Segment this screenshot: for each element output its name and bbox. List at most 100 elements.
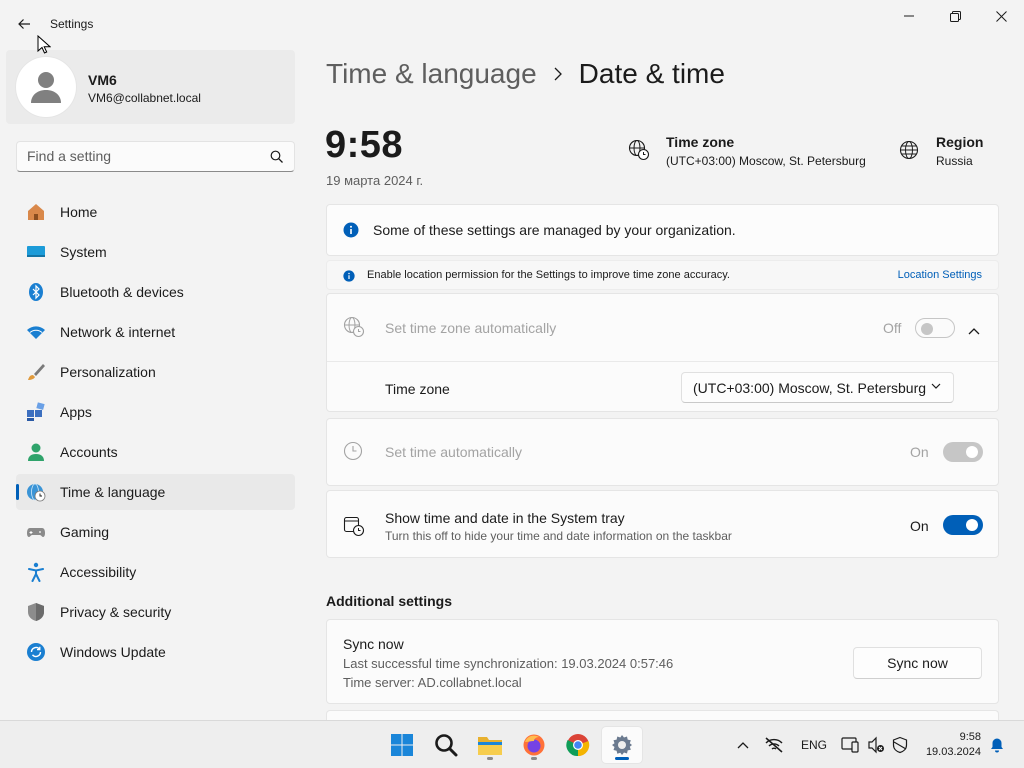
app-title: Settings <box>50 17 94 31</box>
language-indicator[interactable]: ENG <box>801 738 827 752</box>
sidebar-item-windows-update[interactable]: Windows Update <box>16 634 295 670</box>
taskbar-file-explorer[interactable] <box>470 727 510 763</box>
timezone-row-label: Time zone <box>385 381 450 397</box>
chevron-up-icon[interactable] <box>968 322 980 340</box>
timezone-dropdown[interactable]: (UTC+03:00) Moscow, St. Petersburg <box>681 372 954 403</box>
globe-icon <box>898 139 920 161</box>
sidebar-item-personalization[interactable]: Personalization <box>16 354 295 390</box>
maximize-button[interactable] <box>932 0 978 32</box>
location-notice: Enable location permission for the Setti… <box>326 260 999 290</box>
profile-email: VM6@collabnet.local <box>88 91 201 105</box>
sidebar-item-network[interactable]: Network & internet <box>16 314 295 350</box>
title-bar: Settings <box>0 0 1024 48</box>
system-tray-sub: Turn this off to hide your time and date… <box>385 529 732 543</box>
page-title: Date & time <box>578 58 725 89</box>
volume-muted-icon[interactable] <box>866 735 886 755</box>
close-icon <box>995 10 1007 22</box>
timezone-selected: (UTC+03:00) Moscow, St. Petersburg <box>693 380 927 396</box>
globe-clock-outline-icon <box>343 316 365 343</box>
minimize-icon <box>904 15 914 17</box>
taskbar-date[interactable]: 19.03.2024 <box>926 746 981 758</box>
globe-clock-outline-icon <box>628 139 650 161</box>
shield-icon <box>26 602 46 622</box>
time-server-text: Time server: AD.collabnet.local <box>343 675 522 690</box>
location-settings-link[interactable]: Location Settings <box>898 269 982 281</box>
auto-timezone-toggle[interactable] <box>915 318 955 338</box>
chevron-right-icon <box>553 67 563 81</box>
search-input[interactable] <box>27 148 257 164</box>
breadcrumb: Time & language Date & time <box>326 58 725 90</box>
globe-clock-icon <box>26 482 46 502</box>
brush-icon <box>26 362 46 382</box>
breadcrumb-parent[interactable]: Time & language <box>326 58 537 90</box>
user-icon <box>31 72 61 103</box>
taskbar: ENG 9:58 19.03.2024 <box>0 720 1024 768</box>
sidebar-item-accounts[interactable]: Accounts <box>16 434 295 470</box>
search-box[interactable] <box>16 141 295 172</box>
chevron-up-icon[interactable] <box>733 735 753 755</box>
close-button[interactable] <box>978 0 1024 32</box>
sidebar-item-privacy[interactable]: Privacy & security <box>16 594 295 630</box>
calendar-clock-icon <box>343 515 365 542</box>
region-title: Region <box>936 134 984 150</box>
security-shield-icon[interactable] <box>890 735 910 755</box>
apps-icon <box>26 402 46 422</box>
search-icon[interactable] <box>270 150 284 164</box>
system-tray-state: On <box>910 518 929 534</box>
system-tray-toggle[interactable] <box>943 515 983 535</box>
current-time: 9:58 <box>325 124 404 166</box>
timezone-value: (UTC+03:00) Moscow, St. Petersburg <box>666 154 866 168</box>
taskbar-firefox[interactable] <box>514 727 554 763</box>
minimize-button[interactable] <box>886 0 932 32</box>
sidebar-item-system[interactable]: System <box>16 234 295 270</box>
location-notice-text: Enable location permission for the Setti… <box>367 269 730 281</box>
accessibility-icon <box>26 562 46 582</box>
user-profile-card[interactable]: VM6 VM6@collabnet.local <box>6 50 295 124</box>
accounts-icon <box>26 442 46 462</box>
sync-title: Sync now <box>343 636 404 652</box>
current-date: 19 марта 2024 г. <box>326 173 424 188</box>
bluetooth-icon <box>26 282 46 302</box>
sidebar-item-apps[interactable]: Apps <box>16 394 295 430</box>
timezone-settings-card: Set time zone automatically Off Time zon… <box>326 293 999 412</box>
auto-timezone-state: Off <box>883 320 902 336</box>
start-button[interactable] <box>382 727 422 763</box>
profile-name: VM6 <box>88 72 117 88</box>
divider <box>327 361 998 362</box>
notification-bell-icon[interactable] <box>987 735 1007 755</box>
auto-time-card: Set time automatically On <box>326 418 999 486</box>
back-button[interactable] <box>10 12 38 36</box>
taskbar-search-button[interactable] <box>426 727 466 763</box>
timezone-title: Time zone <box>666 134 735 150</box>
gamepad-icon <box>26 522 46 542</box>
additional-settings-title: Additional settings <box>326 593 452 609</box>
sidebar-item-bluetooth[interactable]: Bluetooth & devices <box>16 274 295 310</box>
sidebar-item-home[interactable]: Home <box>16 194 295 230</box>
auto-time-label: Set time automatically <box>385 444 522 460</box>
taskbar-time[interactable]: 9:58 <box>960 731 981 743</box>
managed-notice: Some of these settings are managed by yo… <box>326 204 999 256</box>
system-icon <box>26 242 46 262</box>
chevron-down-icon <box>931 383 941 389</box>
sidebar-item-gaming[interactable]: Gaming <box>16 514 295 550</box>
sidebar-item-accessibility[interactable]: Accessibility <box>16 554 295 590</box>
sync-now-button[interactable]: Sync now <box>853 647 982 679</box>
mouse-cursor-icon <box>37 35 51 54</box>
wifi-icon <box>26 322 46 342</box>
update-icon <box>26 642 46 662</box>
sidebar-nav: Home System Bluetooth & devices Network … <box>16 194 295 674</box>
taskbar-settings[interactable] <box>602 727 642 763</box>
auto-time-toggle[interactable] <box>943 442 983 462</box>
system-tray-card: Show time and date in the System tray Tu… <box>326 490 999 558</box>
device-icon[interactable] <box>840 735 860 755</box>
network-offline-icon[interactable] <box>764 735 784 755</box>
home-icon <box>26 202 46 222</box>
last-sync-text: Last successful time synchronization: 19… <box>343 656 674 671</box>
settings-icon <box>612 735 632 755</box>
restore-icon <box>949 10 961 22</box>
start-icon <box>391 734 413 756</box>
sync-card: Sync now Last successful time synchroniz… <box>326 619 999 704</box>
managed-notice-text: Some of these settings are managed by yo… <box>373 222 736 238</box>
taskbar-chrome[interactable] <box>558 727 598 763</box>
sidebar-item-time-language[interactable]: Time & language <box>16 474 295 510</box>
